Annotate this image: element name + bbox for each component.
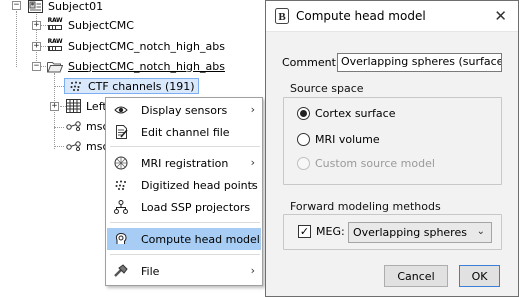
tree-node-subject[interactable]: Subject01	[27, 0, 103, 15]
tree-node-folder[interactable]: SubjectCMC_notch_high_abs	[47, 57, 225, 75]
grid-brain-icon	[65, 99, 81, 113]
hammer-icon	[113, 263, 129, 279]
tree-node-connectivity[interactable]: msc	[65, 117, 109, 135]
menu-separator	[110, 254, 260, 255]
forward-modeling-title: Forward modeling methods	[290, 200, 441, 213]
tree-node-connectivity[interactable]: msc	[65, 137, 109, 155]
menu-item-label: Digitized head points	[141, 178, 258, 192]
app-icon-letter: B	[278, 11, 286, 23]
radio-button	[297, 157, 310, 170]
tree-node-label: CTF channels (191)	[88, 79, 195, 93]
menu-item-display-sensors[interactable]: Display sensors ›	[107, 99, 261, 121]
menu-item-label: Display sensors	[141, 103, 228, 117]
radio-label: Cortex surface	[315, 107, 396, 120]
tree-node-label: SubjectCMC_notch_high_abs	[68, 59, 225, 73]
close-icon[interactable]: ✕	[494, 7, 507, 25]
tree-network-icon	[113, 199, 129, 215]
edit-document-icon	[113, 124, 129, 140]
radio-button[interactable]	[297, 133, 310, 146]
compute-head-model-dialog: B Compute head model ✕ Comment: Overlapp…	[265, 0, 519, 297]
tree-node-headmodel[interactable]: Left	[65, 97, 107, 115]
tree-node-selection: CTF channels (191)	[64, 78, 199, 94]
menu-item-label: Edit channel file	[141, 125, 230, 139]
tree-connector	[54, 86, 64, 87]
tree-node-label: SubjectCMC	[68, 18, 134, 32]
connectivity-icon	[65, 119, 81, 133]
head-mesh-icon	[113, 155, 129, 171]
dialog-titlebar[interactable]: B Compute head model ✕	[266, 1, 518, 32]
submenu-arrow-icon: ›	[250, 264, 255, 277]
menu-item-label: File	[141, 264, 160, 278]
menu-item-label: Load SSP projectors	[141, 200, 251, 214]
radio-button[interactable]	[297, 107, 310, 120]
menu-item-mri-registration[interactable]: MRI registration ›	[107, 152, 261, 174]
brainstorm-app-icon: B	[275, 8, 289, 24]
tree-expander[interactable]: −	[32, 62, 41, 71]
menu-item-edit-channel-file[interactable]: Edit channel file	[107, 121, 261, 143]
menu-item-label: MRI registration	[141, 156, 229, 170]
submenu-arrow-icon: ›	[250, 178, 255, 191]
tree-connector	[54, 73, 55, 149]
menu-item-digitized-head-points[interactable]: Digitized head points ›	[107, 174, 261, 196]
eye-icon	[113, 102, 129, 118]
tree-connector	[16, 11, 17, 67]
connectivity-icon	[65, 139, 81, 153]
meg-checkbox[interactable]: ✓	[298, 225, 311, 238]
tree-expander[interactable]: −	[12, 1, 21, 10]
menu-separator	[110, 146, 260, 147]
tree-node-label: Subject01	[48, 0, 104, 13]
channel-dots-icon	[68, 79, 84, 93]
open-folder-icon	[47, 59, 63, 73]
chevron-down-icon: ⌄	[476, 226, 485, 237]
menu-separator	[110, 222, 260, 223]
tree-expander[interactable]: +	[32, 21, 41, 30]
menu-item-compute-head-model[interactable]: Compute head model	[107, 228, 261, 250]
tree-node-raw[interactable]: RAW SubjectCMC_notch_high_abs	[47, 37, 225, 55]
radio-cortex-surface[interactable]: Cortex surface	[297, 107, 395, 120]
tree-node-raw[interactable]: RAW SubjectCMC	[47, 16, 134, 34]
radio-label: MRI volume	[315, 133, 380, 146]
check-mark-icon: ✓	[299, 225, 310, 238]
source-space-title: Source space	[290, 82, 364, 95]
ok-button[interactable]: OK	[459, 265, 500, 287]
tree-connector	[54, 146, 64, 147]
menu-item-label: Compute head model	[141, 232, 260, 246]
tree-expander[interactable]: +	[50, 102, 59, 111]
radio-mri-volume[interactable]: MRI volume	[297, 133, 380, 146]
dialog-title: Compute head model	[296, 9, 426, 23]
raw-icon-text: RAW	[47, 38, 63, 45]
tree-connector	[54, 127, 64, 128]
tree-node-label: SubjectCMC_notch_high_abs	[68, 39, 225, 53]
comment-field[interactable]: Overlapping spheres (surface)	[337, 53, 502, 72]
meg-label: MEG:	[316, 225, 345, 238]
head-model-icon	[113, 231, 129, 247]
tree-node-label: Left	[86, 99, 107, 113]
raw-file-icon: RAW	[47, 18, 63, 32]
context-menu: Display sensors › Edit channel file MRI …	[105, 97, 263, 286]
comment-label: Comment:	[282, 56, 340, 69]
submenu-arrow-icon: ›	[250, 103, 255, 116]
menu-item-file[interactable]: File ›	[107, 260, 261, 282]
radio-selected-dot	[300, 110, 307, 117]
cancel-button[interactable]: Cancel	[384, 265, 448, 287]
tree-node-channels[interactable]: CTF channels (191)	[64, 77, 199, 95]
submenu-arrow-icon: ›	[250, 156, 255, 169]
dots-icon	[113, 177, 129, 193]
comment-field-value: Overlapping spheres (surface)	[341, 55, 502, 68]
meg-method-value: Overlapping spheres	[353, 226, 467, 239]
menu-item-load-ssp-projectors[interactable]: Load SSP projectors	[107, 196, 261, 218]
subject-icon	[27, 0, 43, 13]
radio-label: Custom source model	[315, 157, 435, 170]
meg-method-select[interactable]: Overlapping spheres ⌄	[348, 222, 492, 243]
raw-file-icon: RAW	[47, 39, 63, 53]
raw-icon-text: RAW	[47, 17, 63, 24]
tree-expander[interactable]: +	[32, 42, 41, 51]
radio-custom-source-model: Custom source model	[297, 157, 435, 170]
